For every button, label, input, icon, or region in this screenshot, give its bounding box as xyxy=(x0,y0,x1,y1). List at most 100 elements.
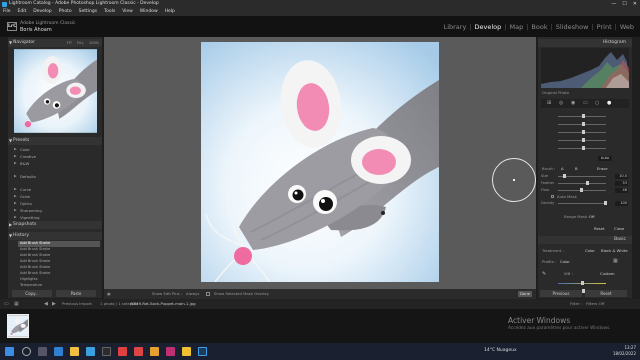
menu-develop[interactable]: Develop xyxy=(33,8,52,16)
preset-folder-color[interactable]: Color xyxy=(20,147,30,152)
right-panel-toggle[interactable] xyxy=(632,37,640,298)
history-item[interactable]: Add Brush Stroke xyxy=(18,271,100,277)
file-explorer-icon[interactable] xyxy=(70,347,79,356)
menu-window[interactable]: Window xyxy=(140,8,158,16)
previous-import-source[interactable]: Previous Import xyxy=(62,299,92,309)
brush-density-value[interactable]: 100 xyxy=(615,201,628,206)
menu-photo[interactable]: Photo xyxy=(59,8,72,16)
nav-fit-option[interactable]: FIT xyxy=(67,39,72,47)
history-item[interactable]: Highlights xyxy=(18,277,100,283)
app-icon[interactable] xyxy=(134,347,143,356)
copy-settings-button[interactable]: Copy... xyxy=(12,290,52,297)
brush-size-value[interactable]: 10.0 xyxy=(615,174,628,179)
reset-button[interactable]: Reset xyxy=(585,290,627,297)
module-slideshow[interactable]: Slideshow xyxy=(556,23,589,31)
mask-close-button[interactable]: Close xyxy=(614,226,624,231)
preset-folder-sharpening[interactable]: Sharpening xyxy=(20,208,42,213)
start-button-icon[interactable] xyxy=(5,347,14,356)
preset-folder-optics[interactable]: Optics xyxy=(20,201,32,206)
menu-tools[interactable]: Tools xyxy=(104,8,115,16)
treatment-color-button[interactable]: Color xyxy=(585,248,595,253)
history-item[interactable]: Add Brush Stroke xyxy=(18,265,100,271)
previous-button[interactable]: Previous xyxy=(540,290,582,297)
effect-slider-row[interactable] xyxy=(541,129,629,136)
app-icon[interactable] xyxy=(166,347,175,356)
preset-folder-vignetting[interactable]: Vignetting xyxy=(20,215,40,220)
module-map[interactable]: Map xyxy=(509,23,523,31)
presets-header[interactable]: ▼ Presets xyxy=(8,137,102,145)
amount-field[interactable]: Auto xyxy=(598,156,612,161)
range-mask-select[interactable]: Off xyxy=(589,214,595,219)
effect-slider-row[interactable] xyxy=(541,113,629,120)
preset-folder-creative[interactable]: Creative xyxy=(20,154,36,159)
photo-canvas[interactable] xyxy=(201,42,439,282)
profile-browser-icon[interactable]: ▦ xyxy=(613,258,618,264)
history-item[interactable]: Temperature xyxy=(18,283,100,289)
effect-slider-row[interactable] xyxy=(541,137,629,144)
wb-eyedropper-icon[interactable]: ✎ xyxy=(542,271,546,277)
effect-slider-row[interactable] xyxy=(541,121,629,128)
radial-filter-icon[interactable]: ○ xyxy=(595,100,599,106)
left-panel-toggle[interactable] xyxy=(0,37,8,298)
histogram-header[interactable]: Histogram xyxy=(538,39,632,47)
menu-edit[interactable]: Edit xyxy=(18,8,27,16)
mail-icon[interactable] xyxy=(86,347,95,356)
brush-b-button[interactable]: B xyxy=(575,166,578,171)
second-window-icon[interactable]: ▭ xyxy=(4,299,9,309)
history-item[interactable]: Add Brush Stroke xyxy=(18,253,100,259)
toolbar-grid-icon[interactable]: ▣ xyxy=(107,289,111,299)
menu-settings[interactable]: Settings xyxy=(79,8,97,16)
maximize-button[interactable]: ☐ xyxy=(622,0,626,8)
treatment-bw-button[interactable]: Black & White xyxy=(601,248,628,253)
mask-reset-button[interactable]: Reset xyxy=(594,226,605,231)
menu-view[interactable]: View xyxy=(122,8,133,16)
edit-pins-select[interactable]: Always xyxy=(186,289,199,299)
mask-overlay-checkbox[interactable] xyxy=(206,292,210,296)
crop-tool-icon[interactable]: ⊞ xyxy=(547,100,551,106)
preset-folder-grain[interactable]: Grain xyxy=(20,194,30,199)
module-develop[interactable]: Develop xyxy=(475,23,502,31)
temperature-slider[interactable] xyxy=(541,280,629,287)
auto-mask-checkbox[interactable] xyxy=(551,195,554,198)
red-eye-icon[interactable]: ◉ xyxy=(571,100,575,106)
back-arrow-icon[interactable]: ◀ xyxy=(44,299,48,309)
app-icon[interactable] xyxy=(150,347,159,356)
profile-select[interactable]: Color xyxy=(560,259,570,264)
done-button[interactable]: Done xyxy=(518,291,532,297)
wb-select[interactable]: Custom xyxy=(600,271,615,276)
history-header[interactable]: ▼ History xyxy=(8,232,102,240)
filmstrip-thumbnail[interactable] xyxy=(7,314,29,338)
brush-size-slider[interactable]: Size 10.0 xyxy=(541,173,629,180)
spot-removal-icon[interactable]: ◎ xyxy=(559,100,563,106)
edge-browser-icon[interactable] xyxy=(54,347,63,356)
snapshots-header[interactable]: ▶ Snapshots xyxy=(8,221,102,229)
brush-density-slider[interactable]: Density 100 xyxy=(541,200,629,207)
history-item[interactable]: Add Brush Stroke xyxy=(18,247,100,253)
weather-widget[interactable]: 14°C Nuageux xyxy=(484,348,517,353)
brush-flow-value[interactable]: 46 xyxy=(615,188,628,193)
nav-fill-option[interactable]: FILL xyxy=(77,39,84,47)
module-print[interactable]: Print xyxy=(597,23,612,31)
brush-flow-slider[interactable]: Flow 46 xyxy=(541,187,629,194)
forward-arrow-icon[interactable]: ▶ xyxy=(52,299,56,309)
grid-view-icon[interactable]: ▦ xyxy=(14,299,19,309)
graduated-filter-icon[interactable]: ▭ xyxy=(583,100,588,106)
preset-folder-curve[interactable]: Curve xyxy=(20,187,31,192)
basic-header[interactable]: Basic xyxy=(538,236,632,244)
module-book[interactable]: Book xyxy=(531,23,547,31)
menu-help[interactable]: Help xyxy=(165,8,175,16)
effect-slider-row[interactable] xyxy=(541,145,629,152)
module-web[interactable]: Web xyxy=(620,23,634,31)
close-window-button[interactable]: ✕ xyxy=(633,0,637,8)
brush-feather-value[interactable]: 53 xyxy=(615,181,628,186)
lightroom-taskbar-icon[interactable] xyxy=(198,347,207,356)
history-item[interactable]: Add Brush Stroke xyxy=(18,241,100,247)
brush-a-button[interactable]: A xyxy=(561,166,564,171)
app-icon[interactable] xyxy=(118,347,127,356)
nav-100-option[interactable]: 100% xyxy=(89,39,99,47)
preset-folder-bw[interactable]: B&W xyxy=(20,161,29,166)
search-icon[interactable] xyxy=(22,347,31,356)
filter-select[interactable]: Filters Off xyxy=(586,299,604,309)
brush-erase-button[interactable]: Erase xyxy=(597,166,608,171)
brush-feather-slider[interactable]: Feather 53 xyxy=(541,180,629,187)
